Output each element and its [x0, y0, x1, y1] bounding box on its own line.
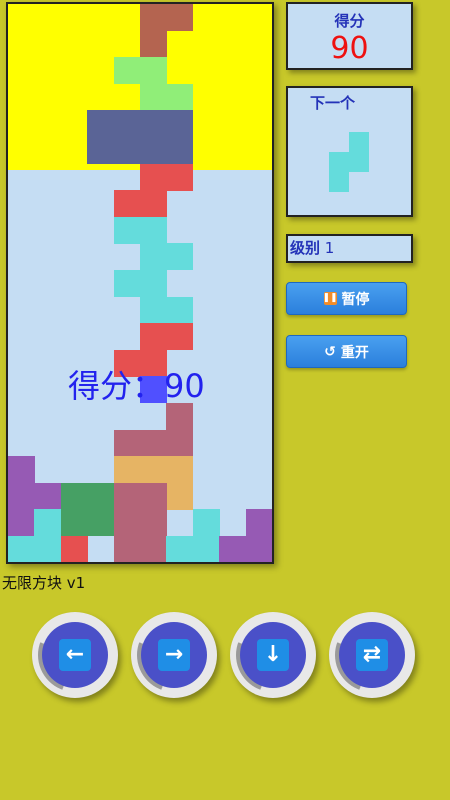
block-purple-left [8, 482, 35, 510]
block-red-brown-s [140, 4, 167, 31]
arrow-right-icon: → [158, 639, 190, 671]
block-mauve-stack [113, 509, 141, 537]
block-light-green-piece [166, 83, 194, 111]
block-cyan-piece-1 [140, 243, 167, 271]
refresh-icon: ↺ [324, 343, 336, 360]
block-purple-bottom-right [245, 509, 272, 537]
block-mauve-stack [140, 482, 167, 510]
block-slate-square [87, 110, 115, 138]
block-mauve-piece [113, 429, 141, 457]
block-green-square [60, 509, 88, 537]
block-orange-piece [166, 456, 194, 484]
block-green-square [87, 509, 115, 537]
block-orange-piece [140, 456, 167, 484]
block-red-piece-upper [113, 190, 141, 218]
block-mauve-stack [113, 482, 141, 510]
block-mauve-piece [166, 429, 194, 457]
block-red-brown-s [166, 4, 194, 31]
block-red-piece-lower [140, 323, 167, 351]
block-mauve-piece [166, 403, 194, 430]
block-mauve-stack [140, 509, 167, 537]
block-slate-square [87, 137, 115, 164]
move-left-button[interactable]: ← [32, 612, 118, 698]
block-slate-square [140, 137, 167, 164]
block-cyan-bottom-left [34, 536, 62, 562]
block-slate-square [140, 110, 167, 138]
block-purple-left [8, 456, 35, 484]
block-slate-square [113, 110, 141, 138]
score-panel: 得分 90 [286, 2, 413, 70]
score-title: 得分 [334, 12, 365, 30]
block-cyan-piece-2 [113, 270, 141, 297]
block-orange-piece [166, 482, 194, 510]
restart-label: 重开 [340, 344, 369, 361]
app-version-label: 无限方块 v1 [2, 574, 86, 592]
block-purple-bottom-right [245, 536, 272, 562]
pause-label: 暂停 [341, 291, 370, 308]
block-mauve-piece [140, 429, 167, 457]
block-cyan-bottom-right [192, 536, 220, 562]
block-cyan-bottom-left [34, 509, 62, 537]
board-score-overlay: 得分：90 [68, 367, 205, 405]
block-red-piece-lower [166, 323, 194, 351]
block-red-bottom [60, 536, 88, 562]
block-cyan-bottom-right [192, 509, 220, 537]
level-panel: 级别 1 [286, 234, 413, 263]
block-purple-left [8, 509, 35, 537]
game-board[interactable]: 得分：90 [6, 2, 274, 564]
next-piece-title: 下一个 [310, 94, 356, 112]
block-mauve-stack [113, 536, 141, 562]
rotate-button[interactable]: ⇄ [329, 612, 415, 698]
level-label: 级别 [290, 239, 321, 257]
block-purple-bottom-right [219, 536, 247, 562]
block-light-green-piece [113, 57, 141, 85]
restart-button[interactable]: ↺ 重开 [286, 335, 407, 368]
arrow-down-icon: ↓ [257, 639, 289, 671]
block-slate-square [166, 137, 194, 164]
block-cyan-bottom-right [166, 536, 194, 562]
block-purple-left [34, 482, 62, 510]
pause-icon: ❚❚ [322, 292, 338, 305]
arrow-left-icon: ← [59, 639, 91, 671]
block-red-brown-s [140, 30, 167, 58]
block-green-square [60, 482, 88, 510]
block-cyan-piece-1 [140, 216, 167, 244]
block-light-green-piece [140, 57, 167, 85]
block-cyan-piece-1 [166, 243, 194, 271]
drop-down-button[interactable]: ↓ [230, 612, 316, 698]
move-right-button[interactable]: → [131, 612, 217, 698]
block-red-piece-upper [140, 163, 167, 191]
pause-button[interactable]: ❚❚ 暂停 [286, 282, 407, 315]
next-piece-block [349, 132, 369, 152]
block-green-square [87, 482, 115, 510]
block-cyan-piece-1 [113, 216, 141, 244]
block-mauve-stack [140, 536, 167, 562]
block-red-piece-upper [166, 163, 194, 191]
score-value: 90 [330, 31, 369, 66]
block-orange-piece [113, 456, 141, 484]
block-cyan-piece-2 [140, 270, 167, 297]
block-slate-square [166, 110, 194, 138]
block-light-green-piece [140, 83, 167, 111]
level-value: 1 [324, 239, 335, 257]
next-piece-block [329, 152, 349, 172]
next-piece-block [349, 152, 369, 172]
block-cyan-piece-2 [140, 296, 167, 324]
next-piece-panel: 下一个 [286, 86, 413, 217]
rotate-icon: ⇄ [356, 639, 388, 671]
block-cyan-bottom-left [8, 536, 35, 562]
block-cyan-piece-2 [166, 296, 194, 324]
block-red-piece-upper [140, 190, 167, 218]
next-piece-block [329, 172, 349, 192]
block-slate-square [113, 137, 141, 164]
